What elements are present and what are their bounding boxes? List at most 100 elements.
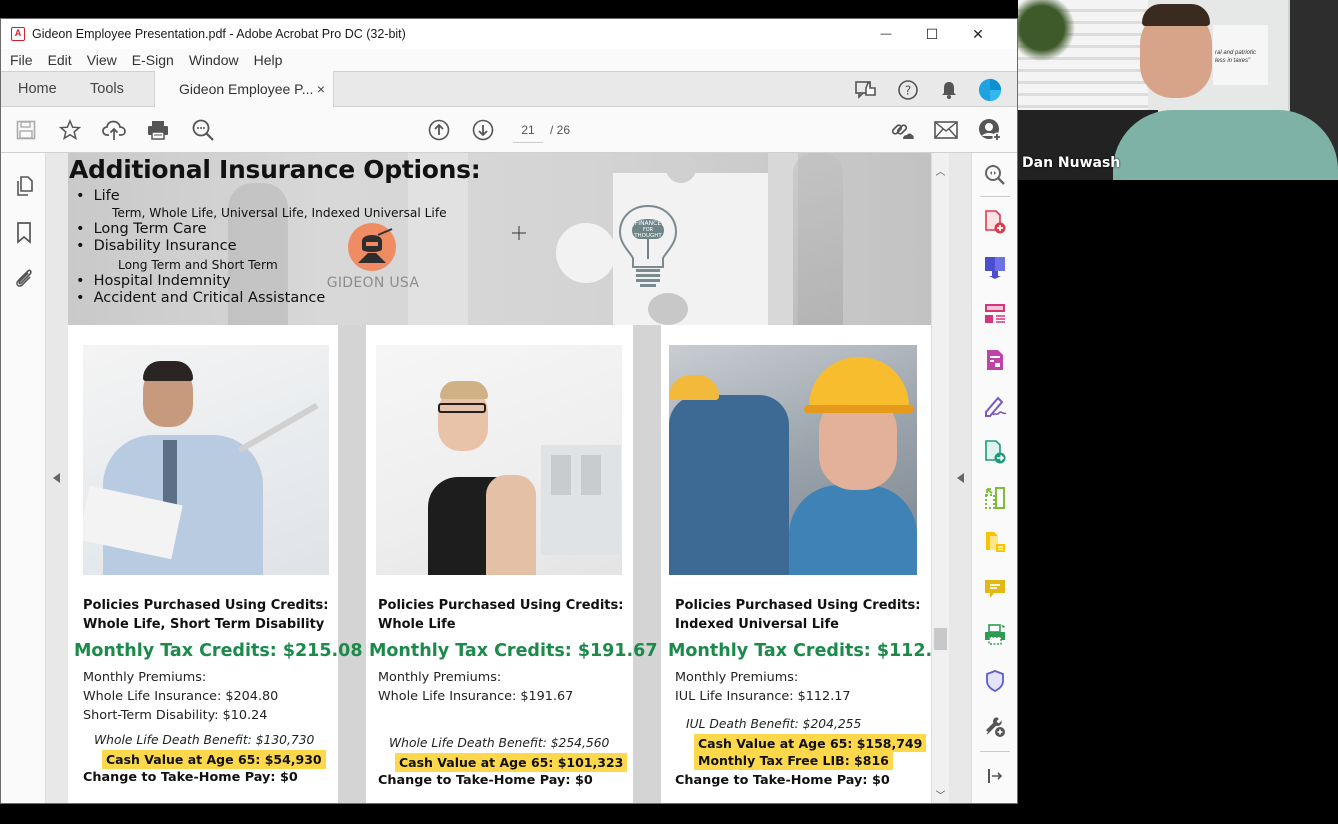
email-icon[interactable] — [934, 118, 958, 142]
vertical-scrollbar[interactable]: ︿ ﹀ — [931, 153, 949, 803]
death-benefit: Whole Life Death Benefit: $130,730 — [94, 733, 315, 747]
card-gutter — [338, 325, 366, 803]
collapse-panel-icon[interactable] — [983, 764, 1007, 788]
death-benefit: IUL Death Benefit: $204,255 — [686, 717, 862, 731]
monthly-tax-credits: Monthly Tax Credits: $215.08 — [74, 641, 363, 661]
tab-tools[interactable]: Tools — [90, 72, 124, 107]
edit-pdf-icon[interactable] — [983, 348, 1007, 372]
policies-block: Policies Purchased Using Credits: Whole … — [378, 596, 623, 634]
premiums-label: Monthly Premiums: — [675, 670, 799, 685]
share-feedback-icon[interactable] — [854, 78, 878, 102]
notifications-bell-icon[interactable] — [937, 78, 961, 102]
print-production-icon[interactable] — [983, 623, 1007, 647]
maximize-icon: ☐ — [925, 25, 939, 42]
menu-esign[interactable]: E-Sign — [132, 52, 174, 68]
tax-free-lib-highlight: Monthly Tax Free LIB: $816 — [694, 752, 893, 770]
menu-file[interactable]: File — [10, 52, 33, 68]
menu-window[interactable]: Window — [189, 52, 239, 68]
attachments-icon[interactable] — [12, 266, 36, 290]
tools-pane — [971, 153, 1017, 803]
policies-label: Policies Purchased Using Credits: — [83, 598, 329, 613]
save-icon[interactable] — [14, 118, 38, 142]
protect-icon[interactable] — [983, 669, 1007, 693]
share-link-icon[interactable] — [890, 118, 914, 142]
add-user-icon[interactable] — [978, 118, 1002, 142]
cash-value-highlight: Cash Value at Age 65: $54,930 — [102, 750, 326, 769]
policies-block: Policies Purchased Using Credits: Indexe… — [675, 596, 920, 634]
combine-files-icon[interactable] — [983, 531, 1007, 555]
video-participant-tile[interactable]: ral and patriotic less in taxes" Dan Nuw… — [1018, 0, 1338, 180]
cash-value-highlight: Cash Value at Age 65: $158,749 — [694, 734, 927, 752]
page-thumbnails-icon[interactable] — [12, 175, 36, 199]
page-number-input[interactable]: 21 — [513, 121, 543, 143]
premium-item: Short-Term Disability: $10.24 — [83, 708, 268, 723]
document-viewport[interactable]: Additional Insurance Options: Life Term,… — [68, 153, 931, 803]
separator — [980, 751, 1010, 752]
find-zoom-icon[interactable] — [191, 118, 215, 142]
svg-text:?: ? — [905, 84, 911, 98]
scrollbar-thumb[interactable] — [934, 628, 947, 650]
tabs-bar: Home Tools Gideon Employee P... × ? — [1, 71, 1017, 108]
maximize-button[interactable]: ☐ — [909, 19, 955, 49]
next-page-icon[interactable] — [471, 118, 495, 142]
cursor-crosshair-icon — [512, 226, 526, 240]
premium-item: Whole Life Insurance: $204.80 — [83, 689, 279, 704]
more-tools-icon[interactable] — [983, 715, 1007, 739]
policies-list: Indexed Universal Life — [675, 617, 839, 632]
account-avatar-icon[interactable] — [978, 78, 1002, 102]
gideon-ninja-icon — [348, 223, 396, 271]
policies-list: Whole Life — [378, 617, 456, 632]
policy-card: Policies Purchased Using Credits: Indexe… — [661, 325, 931, 803]
policies-label: Policies Purchased Using Credits: — [378, 598, 624, 613]
compress-pdf-icon[interactable] — [983, 486, 1007, 510]
take-home-pay: Change to Take-Home Pay: $0 — [675, 773, 890, 788]
finance-text: FINANCE — [635, 220, 661, 227]
previous-page-icon[interactable] — [427, 118, 451, 142]
scroll-up-icon[interactable]: ︿ — [932, 163, 949, 178]
participant-shirt — [1113, 110, 1338, 180]
bookmark-star-icon[interactable] — [58, 118, 82, 142]
tab-document[interactable]: Gideon Employee P... × — [154, 71, 334, 108]
premiums-label: Monthly Premiums: — [83, 670, 207, 685]
upload-cloud-icon[interactable] — [102, 118, 126, 142]
slide-banner: Additional Insurance Options: Life Term,… — [68, 153, 931, 325]
finance-for-thought-logo: FINANCE FOR THOUGHT — [616, 203, 680, 299]
premium-item: IUL Life Insurance: $112.17 — [675, 689, 851, 704]
expand-left-pane-icon[interactable] — [53, 473, 60, 483]
help-icon[interactable]: ? — [896, 78, 920, 102]
tab-home[interactable]: Home — [18, 72, 57, 107]
cash-value-highlight: Cash Value at Age 65: $101,323 — [395, 753, 628, 772]
close-window-button[interactable]: ✕ — [955, 19, 1001, 49]
slide-title: Additional Insurance Options: — [69, 155, 481, 184]
card-gutter — [633, 325, 661, 803]
menu-help[interactable]: Help — [254, 52, 283, 68]
option-life-sub: Term, Whole Life, Universal Life, Indexe… — [112, 206, 447, 220]
fill-sign-icon[interactable] — [983, 394, 1007, 418]
create-pdf-icon[interactable] — [983, 210, 1007, 234]
print-icon[interactable] — [146, 118, 170, 142]
take-home-pay: Change to Take-Home Pay: $0 — [378, 773, 593, 788]
export-pdf-icon[interactable] — [983, 255, 1007, 279]
menu-view[interactable]: View — [87, 52, 117, 68]
bookmarks-icon[interactable] — [12, 221, 36, 245]
scroll-down-icon[interactable]: ﹀ — [932, 787, 949, 802]
gideon-usa-logo: GIDEON USA — [318, 223, 428, 293]
left-pane-toggle-strip[interactable] — [46, 153, 68, 803]
businessman-photo — [83, 345, 329, 575]
wall-poster: ral and patriotic less in taxes" — [1213, 25, 1268, 85]
close-icon: ✕ — [972, 25, 984, 42]
comment-icon[interactable] — [983, 577, 1007, 601]
construction-worker-photo — [669, 345, 917, 575]
minimize-button[interactable]: — — [863, 19, 909, 49]
right-pane-toggle-strip[interactable] — [949, 153, 971, 803]
send-for-signature-icon[interactable] — [983, 440, 1007, 464]
zoom-tool-icon[interactable] — [983, 163, 1007, 187]
menu-edit[interactable]: Edit — [48, 52, 72, 68]
close-tab-icon[interactable]: × — [317, 71, 325, 107]
left-navigation-pane — [1, 153, 46, 803]
menu-bar: File Edit View E-Sign Window Help — [1, 49, 1017, 71]
premiums-label: Monthly Premiums: — [378, 670, 502, 685]
option-life: Life — [76, 188, 447, 205]
organize-pages-icon[interactable] — [983, 302, 1007, 326]
collapse-right-pane-icon[interactable] — [957, 473, 964, 483]
